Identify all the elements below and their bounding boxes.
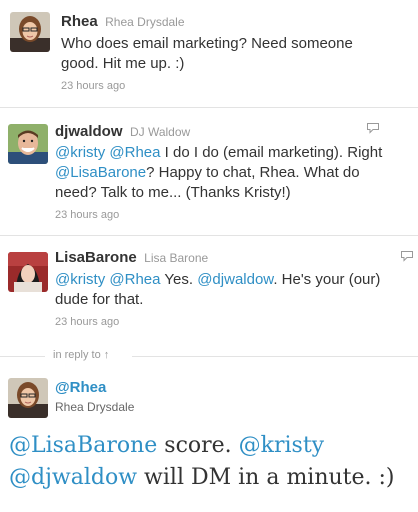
tweet-text-line: good. Hit me up. :) (61, 55, 185, 72)
full-name: Rhea Drysdale (55, 400, 135, 414)
tweet-text-line: Who does email marketing? Need someone (61, 35, 353, 52)
full-name: Lisa Barone (144, 251, 209, 265)
avatar[interactable] (8, 124, 48, 164)
avatar[interactable] (8, 378, 48, 418)
mention-link[interactable]: @kristy (239, 433, 324, 458)
tweet-text-line: need? Talk to me... (Thanks Kristy!) (55, 184, 291, 201)
timestamp[interactable]: 23 hours ago (55, 316, 119, 328)
mention-link[interactable]: @LisaBarone (9, 433, 157, 458)
tweet-text-segment: will DM in a minute. :) (137, 465, 395, 490)
reply-icon[interactable] (400, 250, 414, 262)
tweet-text: @kristy @Rhea I do I do (email marketing… (55, 143, 410, 203)
timestamp[interactable]: 23 hours ago (55, 209, 119, 221)
tweet-text-segment: I do I do (email marketing). Right (160, 144, 383, 161)
in-reply-to-link[interactable]: in reply to ↑ (53, 349, 109, 361)
tweet-text: Who does email marketing? Need someone g… (61, 34, 406, 74)
mention-link[interactable]: @Rhea (109, 144, 160, 161)
avatar[interactable] (8, 252, 48, 292)
divider (0, 356, 45, 357)
screen-name[interactable]: djwaldow (55, 123, 123, 140)
mention-link[interactable]: @LisaBarone (55, 164, 146, 181)
full-name: Rhea Drysdale (105, 15, 185, 29)
tweet-text-segment: ? Happy to chat, Rhea. What do (146, 164, 360, 181)
tweet-text-segment: . He's your (our) (273, 271, 381, 288)
mention-link[interactable]: @djwaldow (197, 271, 273, 288)
avatar[interactable] (10, 12, 50, 52)
full-name: DJ Waldow (129, 125, 191, 139)
timestamp[interactable]: 23 hours ago (61, 80, 125, 92)
tweet-text-segment: score. (157, 433, 239, 458)
tweet-text: @kristy @Rhea Yes. @djwaldow. He's your … (55, 270, 410, 310)
tweet-text-segment: Yes. (160, 271, 198, 288)
screen-name[interactable]: Rhea (61, 13, 98, 30)
divider (0, 107, 418, 108)
tweet-text: @LisaBarone score. @kristy @djwaldow wil… (9, 430, 409, 494)
mention-link[interactable]: @kristy (55, 144, 105, 161)
screen-name[interactable]: LisaBarone (55, 249, 137, 266)
divider (0, 235, 418, 236)
screen-name[interactable]: @Rhea (55, 379, 106, 396)
divider (132, 356, 418, 357)
mention-link[interactable]: @kristy (55, 271, 105, 288)
mention-link[interactable]: @Rhea (109, 271, 160, 288)
mention-link[interactable]: @djwaldow (9, 465, 137, 490)
reply-icon[interactable] (366, 122, 380, 134)
tweet-text-line: dude for that. (55, 291, 144, 308)
